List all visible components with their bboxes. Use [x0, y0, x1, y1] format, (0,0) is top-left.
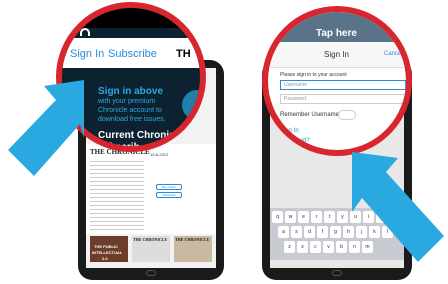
issue-date: 10-8-2012 [150, 152, 169, 157]
home-button[interactable] [146, 270, 156, 276]
thumb-right-masthead: THE CHRONICLE [175, 237, 210, 242]
key-d[interactable]: d [304, 226, 315, 238]
promo-line3: Chronicle account to [98, 107, 162, 114]
cover-line3: 2.0 [102, 256, 108, 261]
left-status-bar [62, 8, 200, 28]
tap-here-text: Tap here [316, 28, 357, 39]
left-pointer-arrow [8, 80, 84, 176]
nav-subscribe-link[interactable]: Subscribe [108, 48, 157, 60]
key-z[interactable]: z [284, 241, 295, 253]
key-b[interactable]: b [336, 241, 347, 253]
modal-cancel[interactable]: Cancel [384, 51, 403, 57]
key-f[interactable]: f [317, 226, 328, 238]
right-pointer-arrow [352, 152, 444, 262]
key-v[interactable]: v [323, 241, 334, 253]
key-y[interactable]: y [337, 211, 348, 223]
key-q[interactable]: q [272, 211, 283, 223]
issue-cover [90, 158, 144, 230]
modal-title: Sign In [324, 50, 349, 59]
promo-line4: download free issues. [98, 116, 166, 123]
right-zoom-circle: Tap here Sign In Cancel Please sign in t… [262, 6, 412, 156]
promo-line1: Sign in above [98, 86, 164, 97]
thumb-mid-masthead: THE CHRONICLE [133, 237, 168, 242]
key-a[interactable]: a [278, 226, 289, 238]
key-x[interactable]: x [297, 241, 308, 253]
password-placeholder: Password [284, 96, 306, 102]
remember-label: Remember Username [280, 112, 340, 118]
home-button[interactable] [332, 270, 342, 276]
forgot-password-link[interactable]: Password? [280, 138, 310, 144]
buy-issue-button[interactable]: Buy Issue [156, 184, 182, 190]
username-placeholder: Username [284, 82, 308, 88]
key-s[interactable]: s [291, 226, 302, 238]
nav-title: TH [176, 48, 191, 60]
thumb-left[interactable] [90, 236, 128, 262]
nav-sign-in-link[interactable]: Sign In [70, 48, 104, 60]
sign-in-link[interactable]: Sign In [280, 128, 299, 134]
key-e[interactable]: e [298, 211, 309, 223]
promo-line5: Current Chronic [98, 130, 175, 141]
promo-line2: with your premium [98, 98, 156, 105]
cover-line2: INTELLECTUAL [92, 250, 123, 255]
remember-toggle[interactable] [338, 110, 356, 120]
subscribe-issue-button[interactable]: Subscribe [156, 192, 182, 198]
key-w[interactable]: w [285, 211, 296, 223]
key-t[interactable]: t [324, 211, 335, 223]
key-g[interactable]: g [330, 226, 341, 238]
key-r[interactable]: r [311, 211, 322, 223]
modal-prompt: Please sign in to your account [280, 72, 347, 78]
key-c[interactable]: c [310, 241, 321, 253]
wifi-icon [80, 28, 90, 36]
cover-line1: THE PUBLIC [94, 244, 118, 249]
